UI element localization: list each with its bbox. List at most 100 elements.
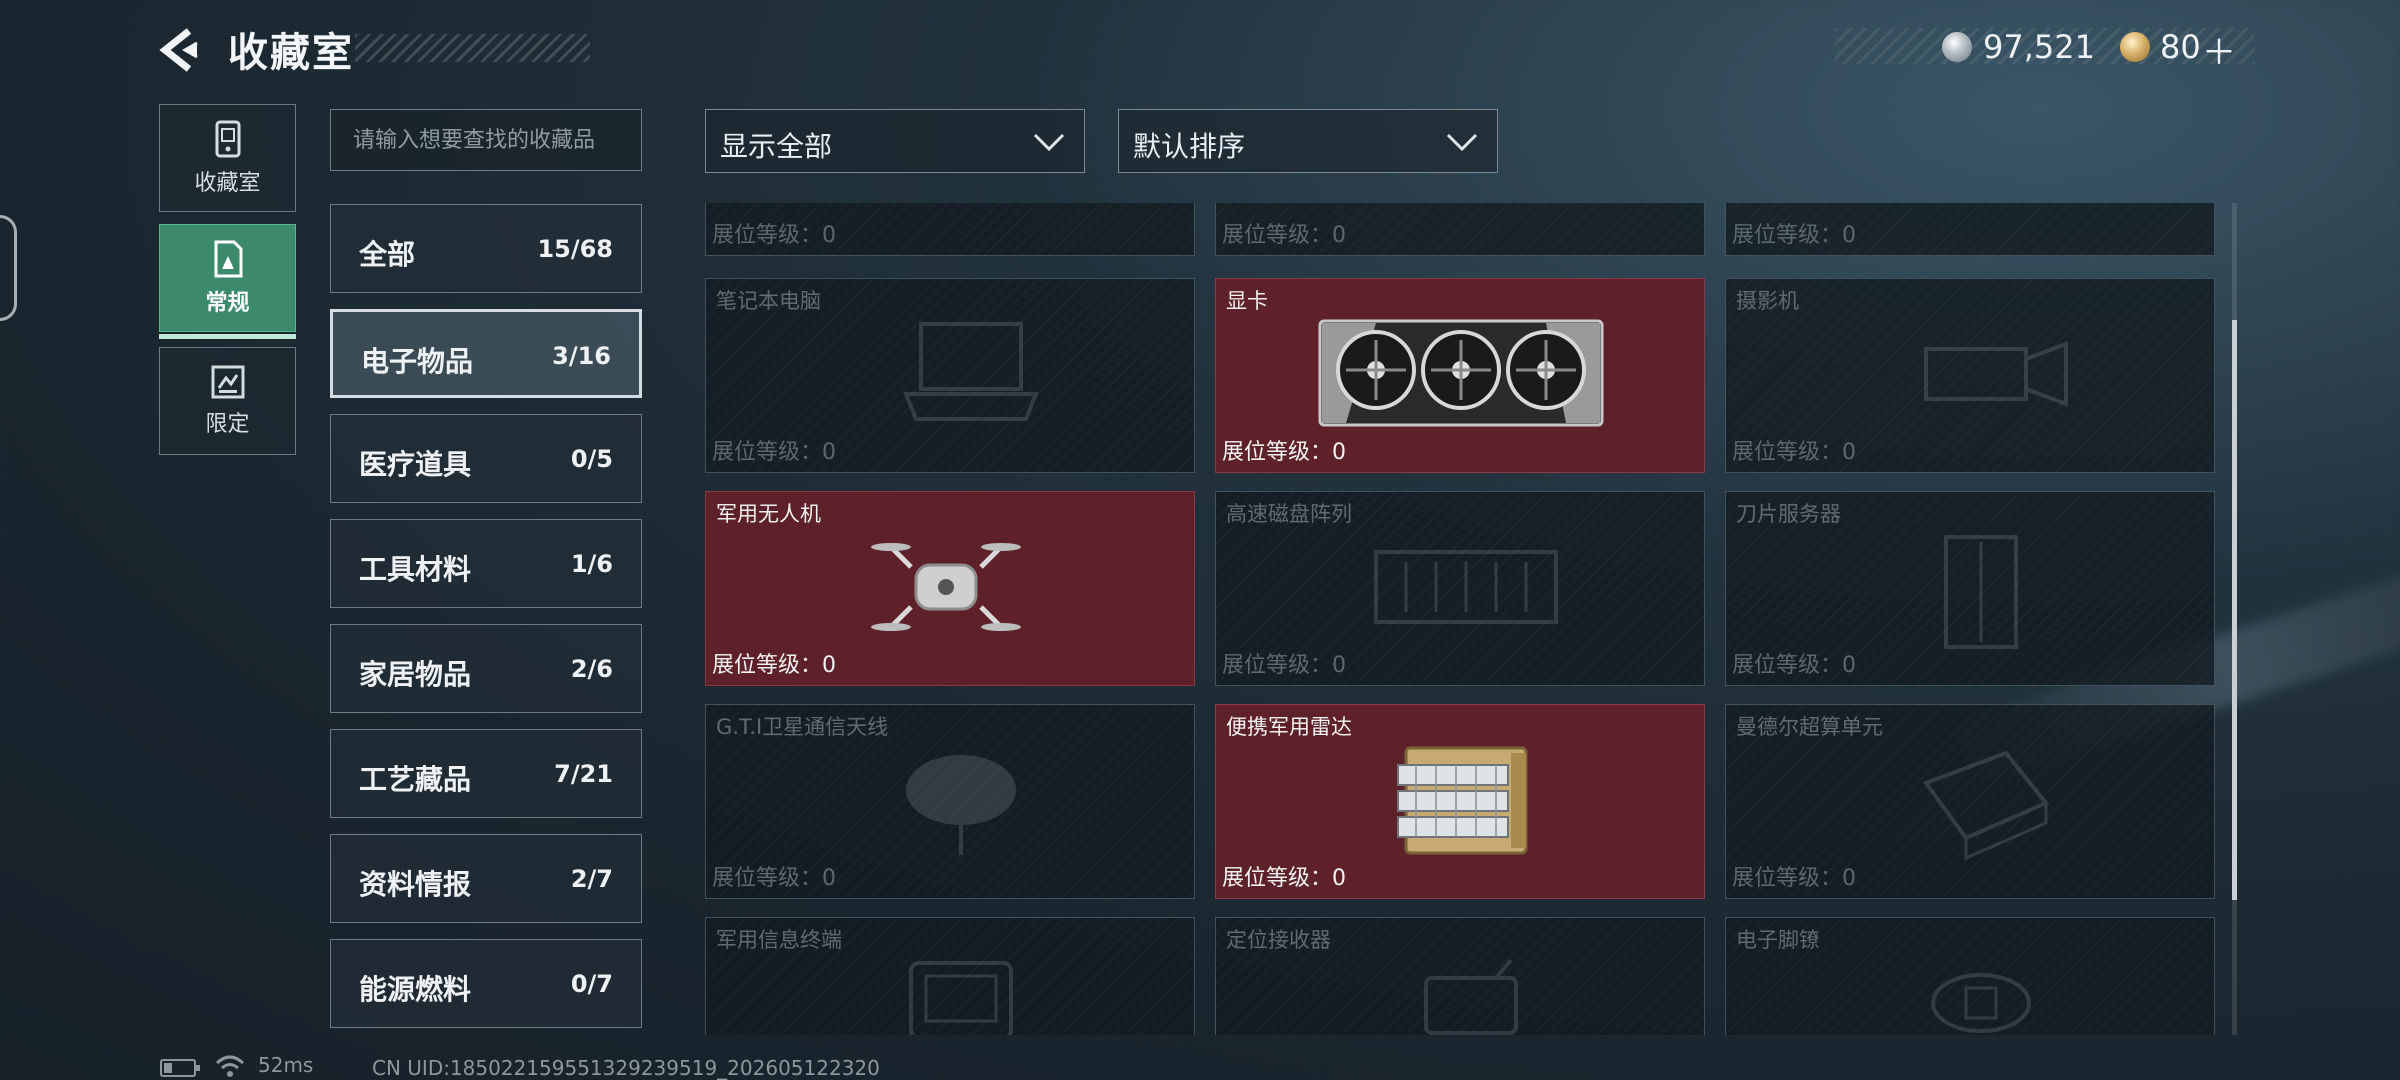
tab-label: 收藏室 [194,171,261,196]
category-energy[interactable]: 能源燃料 0/7 [330,939,642,1028]
item-level: 展位等级：0 [712,440,836,465]
category-name: 能源燃料 [359,973,472,1006]
gold-coin-icon [2120,32,2150,62]
silver-coin-icon [1942,32,1972,62]
category-tools[interactable]: 工具材料 1/6 [330,519,642,608]
locator-icon [1424,958,1518,1035]
drone-icon [871,543,1021,631]
item-card-blade-server[interactable]: 刀片服务器 展位等级：0 [1725,491,2215,686]
item-level: 展位等级：0 [712,223,836,248]
item-name: 定位接收器 [1226,928,1331,952]
item-name: 军用无人机 [716,502,821,526]
item-card-locator[interactable]: 定位接收器 [1215,917,1705,1035]
collection-icon [215,120,240,158]
item-level: 展位等级：0 [712,653,836,678]
item-card[interactable]: 展位等级：0 [1215,203,1705,256]
item-level: 展位等级：0 [1732,653,1856,678]
item-card-camera[interactable]: 摄影机 展位等级：0 [1725,278,2215,473]
tab-collection-room[interactable]: 收藏室 [159,104,296,212]
item-name: 军用信息终端 [716,928,842,952]
limited-icon [211,365,244,399]
category-count: 0/5 [570,445,613,473]
supercomputer-unit-icon [1922,750,2050,861]
satellite-dish-icon [906,755,1016,855]
category-name: 资料情报 [359,868,472,901]
blade-server-icon [1944,535,2018,649]
item-level: 展位等级：0 [1222,866,1346,891]
category-electronics[interactable]: 电子物品 3/16 [330,309,642,398]
category-count: 15/68 [537,235,613,263]
item-level: 展位等级：0 [712,866,836,891]
gold-amount: 80 [2160,28,2201,66]
item-level: 展位等级：0 [1732,223,1856,248]
category-name: 工艺藏品 [359,763,472,796]
item-card-graphics-card[interactable]: 显卡 展位等级：0 [1215,278,1705,473]
category-count: 2/6 [570,655,613,683]
add-currency-button[interactable]: ＋ [2202,25,2236,74]
wifi-icon [215,1055,245,1077]
item-card-portable-radar[interactable]: 便携军用雷达 展位等级：0 [1215,704,1705,899]
network-latency: 52ms [258,1053,314,1077]
item-card[interactable]: 展位等级：0 [705,203,1195,256]
edge-handle [0,215,17,321]
item-card-drone[interactable]: 军用无人机 展位等级：0 [705,491,1195,686]
sort-dropdown[interactable]: 默认排序 [1118,109,1498,173]
item-level: 展位等级：0 [1732,866,1856,891]
item-level: 展位等级：0 [1222,440,1346,465]
disk-array-icon [1374,550,1558,624]
item-card-satellite-antenna[interactable]: G.T.I卫星通信天线 展位等级：0 [705,704,1195,899]
page-title: 收藏室 [228,30,354,76]
item-name: 便携军用雷达 [1226,715,1352,739]
category-name: 工具材料 [359,553,472,586]
laptop-icon [903,322,1039,421]
item-name: G.T.I卫星通信天线 [716,715,889,739]
category-medical[interactable]: 医疗道具 0/5 [330,414,642,503]
filter-dropdown[interactable]: 显示全部 [705,109,1085,173]
item-name: 高速磁盘阵列 [1226,502,1352,526]
sort-value: 默认排序 [1133,130,1246,163]
item-card-military-terminal[interactable]: 军用信息终端 [705,917,1195,1035]
item-name: 显卡 [1226,289,1268,313]
title-decoration [355,34,590,62]
item-card-laptop[interactable]: 笔记本电脑 展位等级：0 [705,278,1195,473]
category-count: 3/16 [552,342,611,370]
tab-label: 限定 [205,412,250,437]
regular-card-icon [214,240,242,278]
category-count: 1/6 [570,550,613,578]
item-card-disk-array[interactable]: 高速磁盘阵列 展位等级：0 [1215,491,1705,686]
info-terminal-icon [909,961,1013,1035]
graphics-card-icon [1318,319,1604,427]
category-name: 医疗道具 [359,448,472,481]
user-uid: CN UID:185022159551329239519_20260512232… [372,1056,880,1080]
item-level: 展位等级：0 [1222,653,1346,678]
item-name: 电子脚镣 [1736,928,1820,952]
tab-regular[interactable]: 常规 [159,224,296,339]
category-crafts[interactable]: 工艺藏品 7/21 [330,729,642,818]
item-name: 笔记本电脑 [716,289,821,313]
tab-label: 常规 [205,291,250,316]
category-count: 2/7 [570,865,613,893]
chevron-down-icon [1446,133,1478,152]
category-all[interactable]: 全部 15/68 [330,204,642,293]
category-count: 7/21 [554,760,613,788]
grid-scrollbar[interactable] [2232,320,2237,900]
category-household[interactable]: 家居物品 2/6 [330,624,642,713]
item-card[interactable]: 展位等级：0 [1725,203,2215,256]
category-name: 电子物品 [361,345,474,378]
tab-limited[interactable]: 限定 [159,347,296,455]
item-name: 刀片服务器 [1736,502,1841,526]
item-level: 展位等级：0 [1222,223,1346,248]
search-input[interactable] [330,109,642,171]
category-count: 0/7 [570,970,613,998]
category-intel[interactable]: 资料情报 2/7 [330,834,642,923]
battery-icon [160,1059,200,1077]
category-name: 全部 [359,238,416,271]
item-card-ankle-monitor[interactable]: 电子脚镣 [1725,917,2215,1035]
chevron-down-icon [1033,133,1065,152]
silver-amount: 97,521 [1983,28,2095,66]
item-card-supercomputer-unit[interactable]: 曼德尔超算单元 展位等级：0 [1725,704,2215,899]
ankle-monitor-icon [1931,973,2031,1033]
back-arrow-icon[interactable] [155,25,205,75]
category-name: 家居物品 [359,658,472,691]
item-level: 展位等级：0 [1732,440,1856,465]
